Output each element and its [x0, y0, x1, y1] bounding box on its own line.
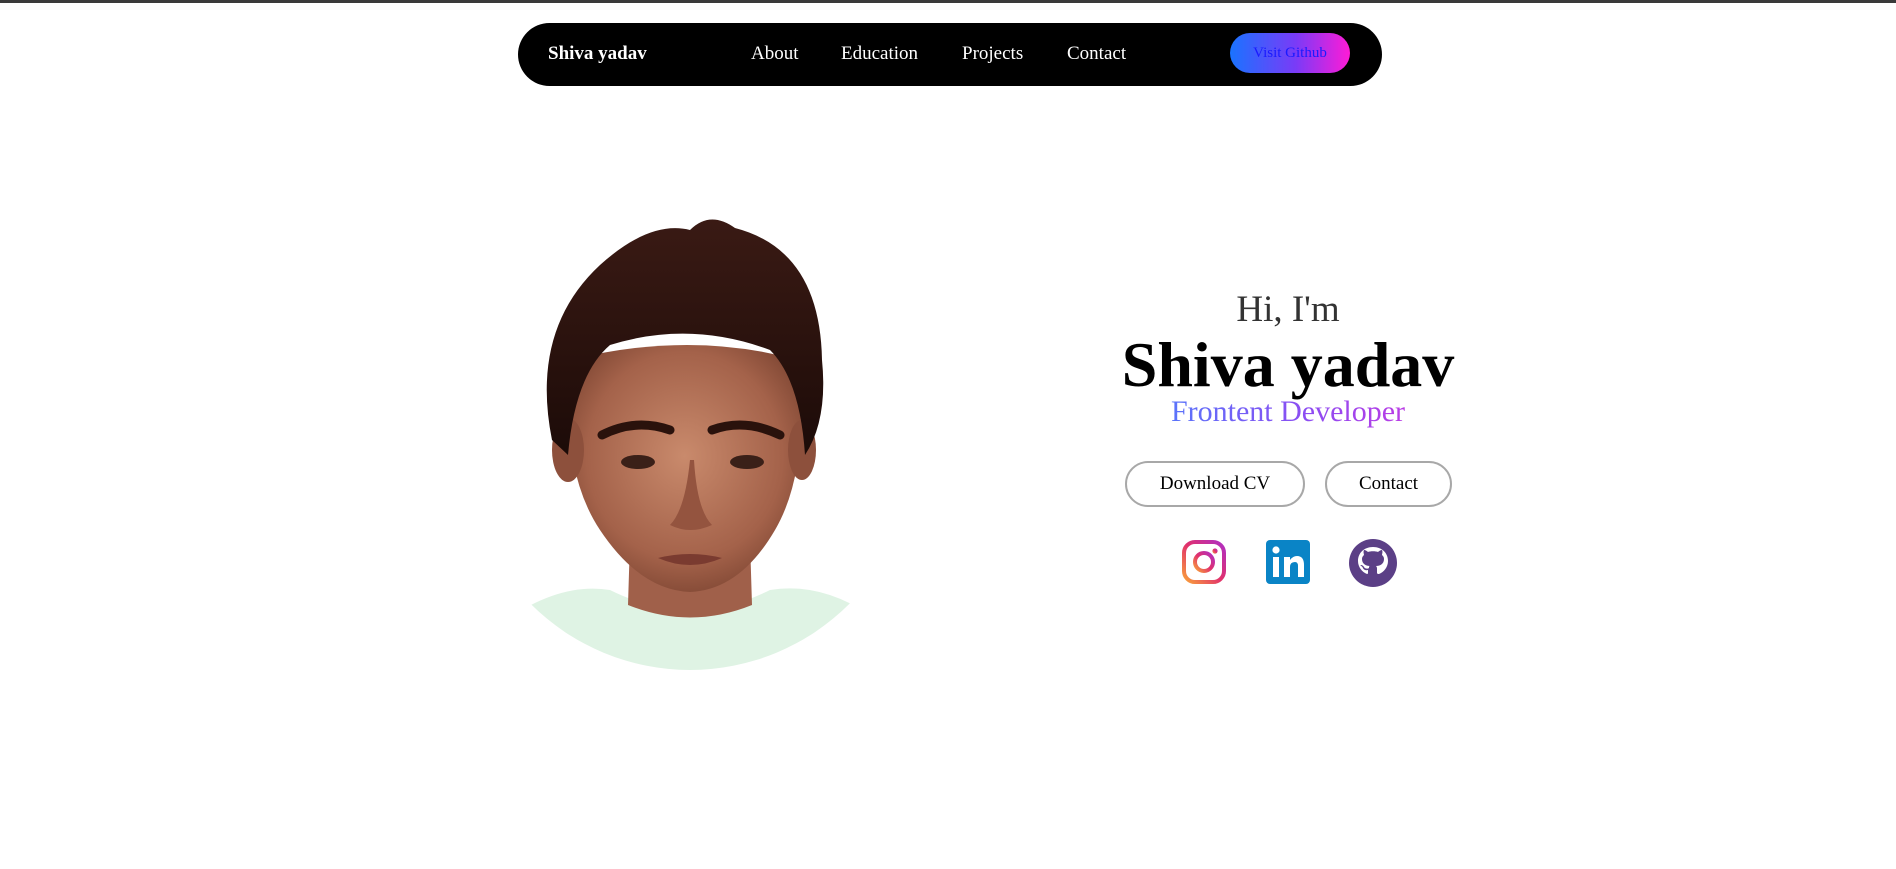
- navbar: Shiva yadav About Education Projects Con…: [518, 23, 1382, 86]
- social-links: [1088, 538, 1488, 588]
- download-cv-button[interactable]: Download CV: [1125, 461, 1305, 507]
- instagram-icon[interactable]: [1180, 538, 1228, 586]
- linkedin-icon[interactable]: [1264, 538, 1312, 586]
- nav-link-contact[interactable]: Contact: [1067, 43, 1126, 65]
- role-title: Frontent Developer: [1088, 395, 1488, 429]
- nav-link-projects[interactable]: Projects: [962, 43, 1023, 65]
- greeting-text: Hi, I'm: [1236, 289, 1340, 330]
- github-icon[interactable]: [1348, 538, 1397, 587]
- profile-photo: [480, 210, 890, 672]
- brand-logo[interactable]: Shiva yadav: [548, 43, 647, 65]
- visit-github-button[interactable]: Visit Github: [1230, 33, 1350, 73]
- hero-name: Shiva yadav: [1121, 329, 1455, 400]
- contact-button[interactable]: Contact: [1325, 461, 1452, 507]
- top-border: [0, 0, 1896, 3]
- nav-link-about[interactable]: About: [751, 43, 799, 65]
- nav-link-education[interactable]: Education: [841, 43, 918, 65]
